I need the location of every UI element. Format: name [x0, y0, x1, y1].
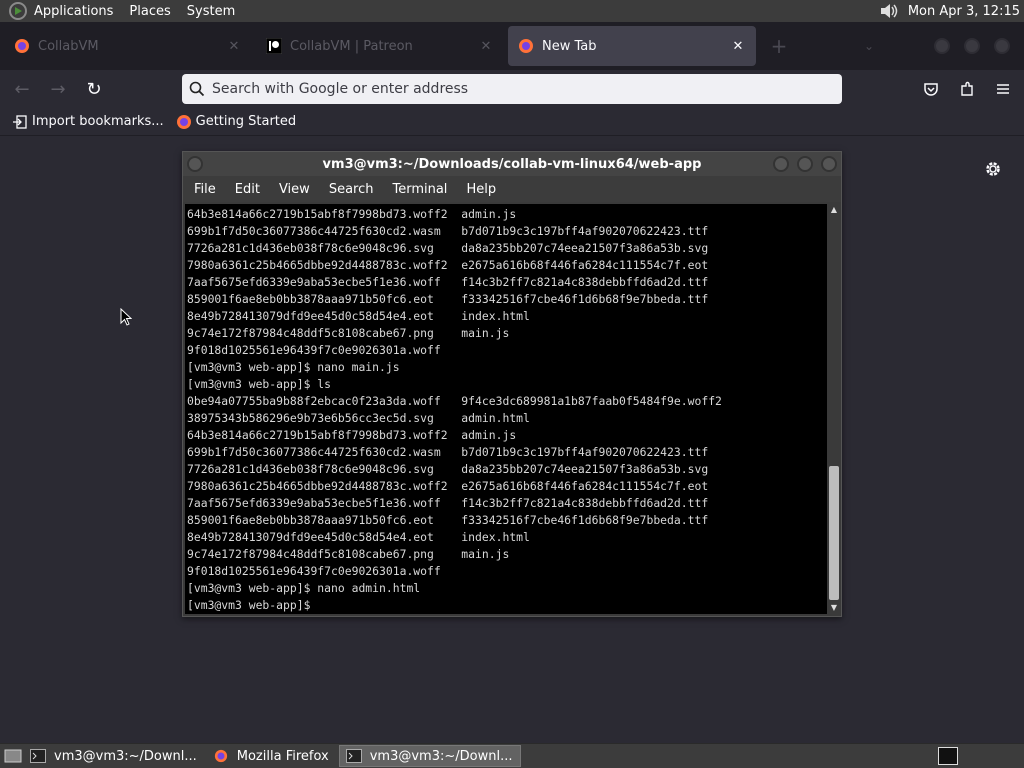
terminal-line: 7aaf5675efd6339e9aba53ecbe5f1e36.woff f1… [187, 496, 709, 510]
tab-collabvm[interactable]: CollabVM ✕ [4, 26, 252, 66]
menu-view[interactable]: View [279, 182, 310, 197]
task-label: vm3@vm3:~/Downl... [54, 748, 197, 764]
gear-icon[interactable] [984, 160, 1002, 178]
volume-icon[interactable] [878, 2, 900, 20]
terminal-output[interactable]: 64b3e814a66c2719b15abf8f7998bd73.woff2 a… [185, 204, 827, 614]
terminal-icon [345, 749, 362, 763]
firefox-icon [214, 749, 227, 763]
bookmark-label: Getting Started [195, 114, 297, 129]
search-icon [182, 81, 212, 97]
close-tab-icon[interactable]: ✕ [226, 39, 242, 54]
terminal-line: 859001f6ae8eb0bb3878aaa971b50fc6.eot f33… [187, 292, 709, 306]
menu-file[interactable]: File [194, 182, 216, 197]
scroll-up-icon[interactable]: ▲ [827, 204, 841, 216]
workspace-switcher[interactable] [938, 747, 958, 765]
terminal-scrollbar[interactable]: ▲ ▼ [827, 204, 841, 614]
close-tab-icon[interactable]: ✕ [478, 39, 494, 54]
taskbar-terminal-2[interactable]: vm3@vm3:~/Downl... [338, 745, 522, 767]
terminal-window[interactable]: vm3@vm3:~/Downloads/collab-vm-linux64/we… [182, 151, 842, 617]
terminal-line: 699b1f7d50c36077386c44725f630cd2.wasm b7… [187, 224, 709, 238]
hamburger-menu-icon[interactable] [992, 78, 1014, 100]
terminal-icon [30, 749, 46, 763]
import-icon [13, 114, 27, 129]
import-bookmarks-link[interactable]: Import bookmarks... [12, 114, 164, 130]
forward-arrow-icon[interactable]: → [44, 75, 72, 103]
taskbar-firefox[interactable]: Mozilla Firefox [207, 745, 337, 767]
pocket-icon[interactable] [920, 78, 942, 100]
terminal-line: 7726a281c1d436eb038f78c6e9048c96.svg da8… [187, 241, 709, 255]
reload-icon[interactable]: ↻ [80, 75, 108, 103]
clock[interactable]: Mon Apr 3, 12:15 [908, 4, 1020, 19]
menu-terminal[interactable]: Terminal [392, 182, 447, 197]
close-window-button[interactable] [994, 38, 1010, 54]
firefox-icon [176, 114, 191, 129]
menu-edit[interactable]: Edit [235, 182, 260, 197]
terminal-menubar: File Edit View Search Terminal Help [183, 176, 841, 202]
applications-menu[interactable]: Applications [34, 4, 113, 19]
terminal-line: 9c74e172f87984c48ddf5c8108cabe67.png mai… [187, 547, 510, 561]
address-bar[interactable]: Search with Google or enter address [182, 74, 842, 104]
terminal-line: 64b3e814a66c2719b15abf8f7998bd73.woff2 a… [187, 428, 517, 442]
tab-bar: CollabVM ✕ CollabVM | Patreon ✕ New Tab … [0, 22, 1024, 70]
terminal-line: 8e49b728413079dfd9ee45d0c58d54e4.eot ind… [187, 530, 530, 544]
scroll-thumb[interactable] [829, 466, 839, 600]
terminal-line: 9f018d1025561e96439f7c0e9026301a.woff [187, 564, 441, 578]
terminal-line: 9c74e172f87984c48ddf5c8108cabe67.png mai… [187, 326, 510, 340]
scroll-down-icon[interactable]: ▼ [827, 602, 841, 614]
nav-bar: ← → ↻ Search with Google or enter addres… [0, 70, 1024, 108]
bottom-taskbar: vm3@vm3:~/Downl... Mozilla Firefox vm3@v… [0, 743, 1024, 768]
mouse-cursor-icon [120, 308, 132, 326]
top-panel: Applications Places System Mon Apr 3, 12… [0, 0, 1024, 22]
task-label: vm3@vm3:~/Downl... [369, 748, 513, 764]
terminal-line: 64b3e814a66c2719b15abf8f7998bd73.woff2 a… [187, 207, 517, 221]
terminal-line: 7980a6361c25b4665dbbe92d4488783c.woff2 e… [187, 258, 709, 272]
terminal-line: 7980a6361c25b4665dbbe92d4488783c.woff2 e… [187, 479, 709, 493]
patreon-icon [266, 38, 282, 54]
firefox-icon [519, 39, 533, 53]
bookmarks-bar: Import bookmarks... Getting Started [0, 108, 1024, 136]
distro-logo-icon[interactable] [8, 1, 28, 21]
terminal-line: 0be94a07755ba9b88f2ebcac0f23a3da.woff 9f… [187, 394, 722, 408]
close-tab-icon[interactable]: ✕ [730, 39, 746, 54]
terminal-line: 8e49b728413079dfd9ee45d0c58d54e4.eot ind… [187, 309, 530, 323]
bookmark-label: Import bookmarks... [32, 114, 164, 129]
terminal-line: 7726a281c1d436eb038f78c6e9048c96.svg da8… [187, 462, 709, 476]
list-all-tabs-chevron-icon[interactable]: ⌄ [854, 39, 884, 53]
system-menu[interactable]: System [187, 4, 235, 19]
menu-search[interactable]: Search [329, 182, 374, 197]
minimize-button[interactable] [934, 38, 950, 54]
terminal-titlebar[interactable]: vm3@vm3:~/Downloads/collab-vm-linux64/we… [183, 152, 841, 176]
new-tab-button[interactable]: + [764, 34, 794, 58]
tab-new-tab[interactable]: New Tab ✕ [508, 26, 756, 66]
back-arrow-icon[interactable]: ← [8, 75, 36, 103]
terminal-line: 9f018d1025561e96439f7c0e9026301a.woff [187, 343, 441, 357]
tab-title: CollabVM [38, 38, 99, 54]
taskbar-terminal-1[interactable]: vm3@vm3:~/Downl... [24, 745, 205, 767]
tab-title: CollabVM | Patreon [290, 38, 413, 54]
address-placeholder: Search with Google or enter address [212, 81, 469, 97]
maximize-button[interactable] [797, 156, 813, 172]
terminal-line: [vm3@vm3 web-app]$ nano admin.html [187, 581, 421, 595]
terminal-line: [vm3@vm3 web-app]$ [187, 598, 318, 612]
window-menu-button[interactable] [187, 156, 203, 172]
tab-patreon[interactable]: CollabVM | Patreon ✕ [256, 26, 504, 66]
close-button[interactable] [821, 156, 837, 172]
maximize-button[interactable] [964, 38, 980, 54]
firefox-icon [15, 39, 29, 53]
tab-title: New Tab [542, 38, 597, 54]
getting-started-link[interactable]: Getting Started [176, 114, 297, 130]
minimize-button[interactable] [773, 156, 789, 172]
places-menu[interactable]: Places [129, 4, 170, 19]
terminal-line: 859001f6ae8eb0bb3878aaa971b50fc6.eot f33… [187, 513, 709, 527]
terminal-title: vm3@vm3:~/Downloads/collab-vm-linux64/we… [322, 156, 702, 172]
menu-help[interactable]: Help [466, 182, 496, 197]
task-label: Mozilla Firefox [236, 748, 329, 764]
terminal-line: [vm3@vm3 web-app]$ ls [187, 377, 332, 391]
terminal-line: 699b1f7d50c36077386c44725f630cd2.wasm b7… [187, 445, 709, 459]
terminal-line: 38975343b586296e9b73e6b56cc3ec5d.svg adm… [187, 411, 530, 425]
terminal-line: 7aaf5675efd6339e9aba53ecbe5f1e36.woff f1… [187, 275, 709, 289]
extensions-icon[interactable] [956, 78, 978, 100]
show-desktop-icon[interactable] [4, 748, 22, 764]
terminal-line: [vm3@vm3 web-app]$ nano main.js [187, 360, 400, 374]
